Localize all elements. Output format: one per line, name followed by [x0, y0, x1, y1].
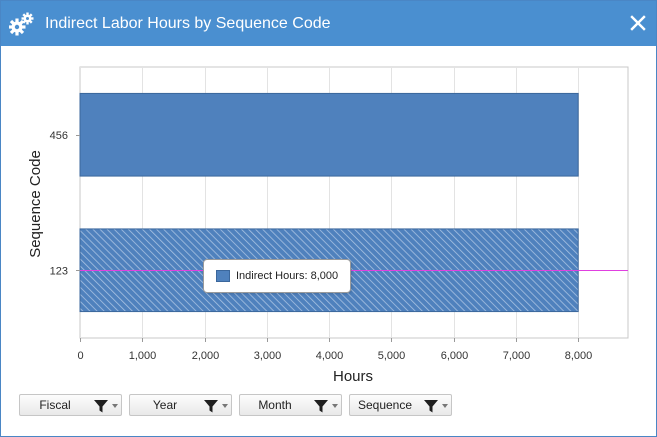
- x-tick-label: 0: [77, 350, 83, 362]
- bar-chart[interactable]: 0 1,000 2,000 3,000 4,000 5,000 6,000 7,000 8,00…: [1, 46, 656, 386]
- window-title: Indirect Labor Hours by Sequence Code: [45, 15, 331, 32]
- x-tick-label: 2,000: [192, 350, 220, 362]
- x-tick-label: 7,000: [503, 350, 531, 362]
- chart-tooltip: Indirect Hours: 8,000: [203, 259, 351, 293]
- title-bar: Indirect Labor Hours by Sequence Code: [1, 1, 656, 46]
- tooltip-text: Indirect Hours: 8,000: [236, 270, 339, 282]
- chevron-down-icon: [112, 404, 118, 408]
- filter-label: Sequence: [357, 398, 413, 412]
- filter-label: Year: [152, 398, 178, 412]
- filter-button-sequence[interactable]: Sequence: [349, 394, 452, 416]
- bar-456[interactable]: [79, 92, 579, 177]
- x-tick-label: 1,000: [129, 350, 157, 362]
- x-tick-label: 4,000: [316, 350, 344, 362]
- tooltip-legend-swatch: [216, 270, 230, 282]
- x-tick-label: 8,000: [565, 350, 593, 362]
- funnel-icon: [204, 400, 218, 413]
- funnel-icon: [314, 400, 328, 413]
- filter-label: Fiscal: [39, 398, 71, 412]
- gears-icon: [9, 12, 34, 36]
- chevron-down-icon: [442, 404, 448, 408]
- close-icon[interactable]: [627, 12, 649, 34]
- filter-label: Month: [258, 398, 292, 412]
- x-tick-label: 5,000: [378, 350, 406, 362]
- x-axis-title: Hours: [333, 368, 373, 385]
- chart-window: Indirect Labor Hours by Sequence Code 0 1…: [0, 0, 657, 437]
- funnel-icon: [94, 400, 108, 413]
- chevron-down-icon: [222, 404, 228, 408]
- x-tick-label: 6,000: [441, 350, 469, 362]
- y-axis-title: Sequence Code: [27, 150, 44, 258]
- y-tick-label: 123: [50, 265, 68, 277]
- filter-button-fiscal[interactable]: Fiscal: [19, 394, 122, 416]
- x-tick-label: 3,000: [254, 350, 282, 362]
- filter-button-month[interactable]: Month: [239, 394, 342, 416]
- chart-area: 0 1,000 2,000 3,000 4,000 5,000 6,000 7,000 8,00…: [1, 46, 656, 386]
- chevron-down-icon: [332, 404, 338, 408]
- filter-button-year[interactable]: Year: [129, 394, 232, 416]
- y-tick-label: 456: [50, 130, 68, 142]
- funnel-icon: [424, 400, 438, 413]
